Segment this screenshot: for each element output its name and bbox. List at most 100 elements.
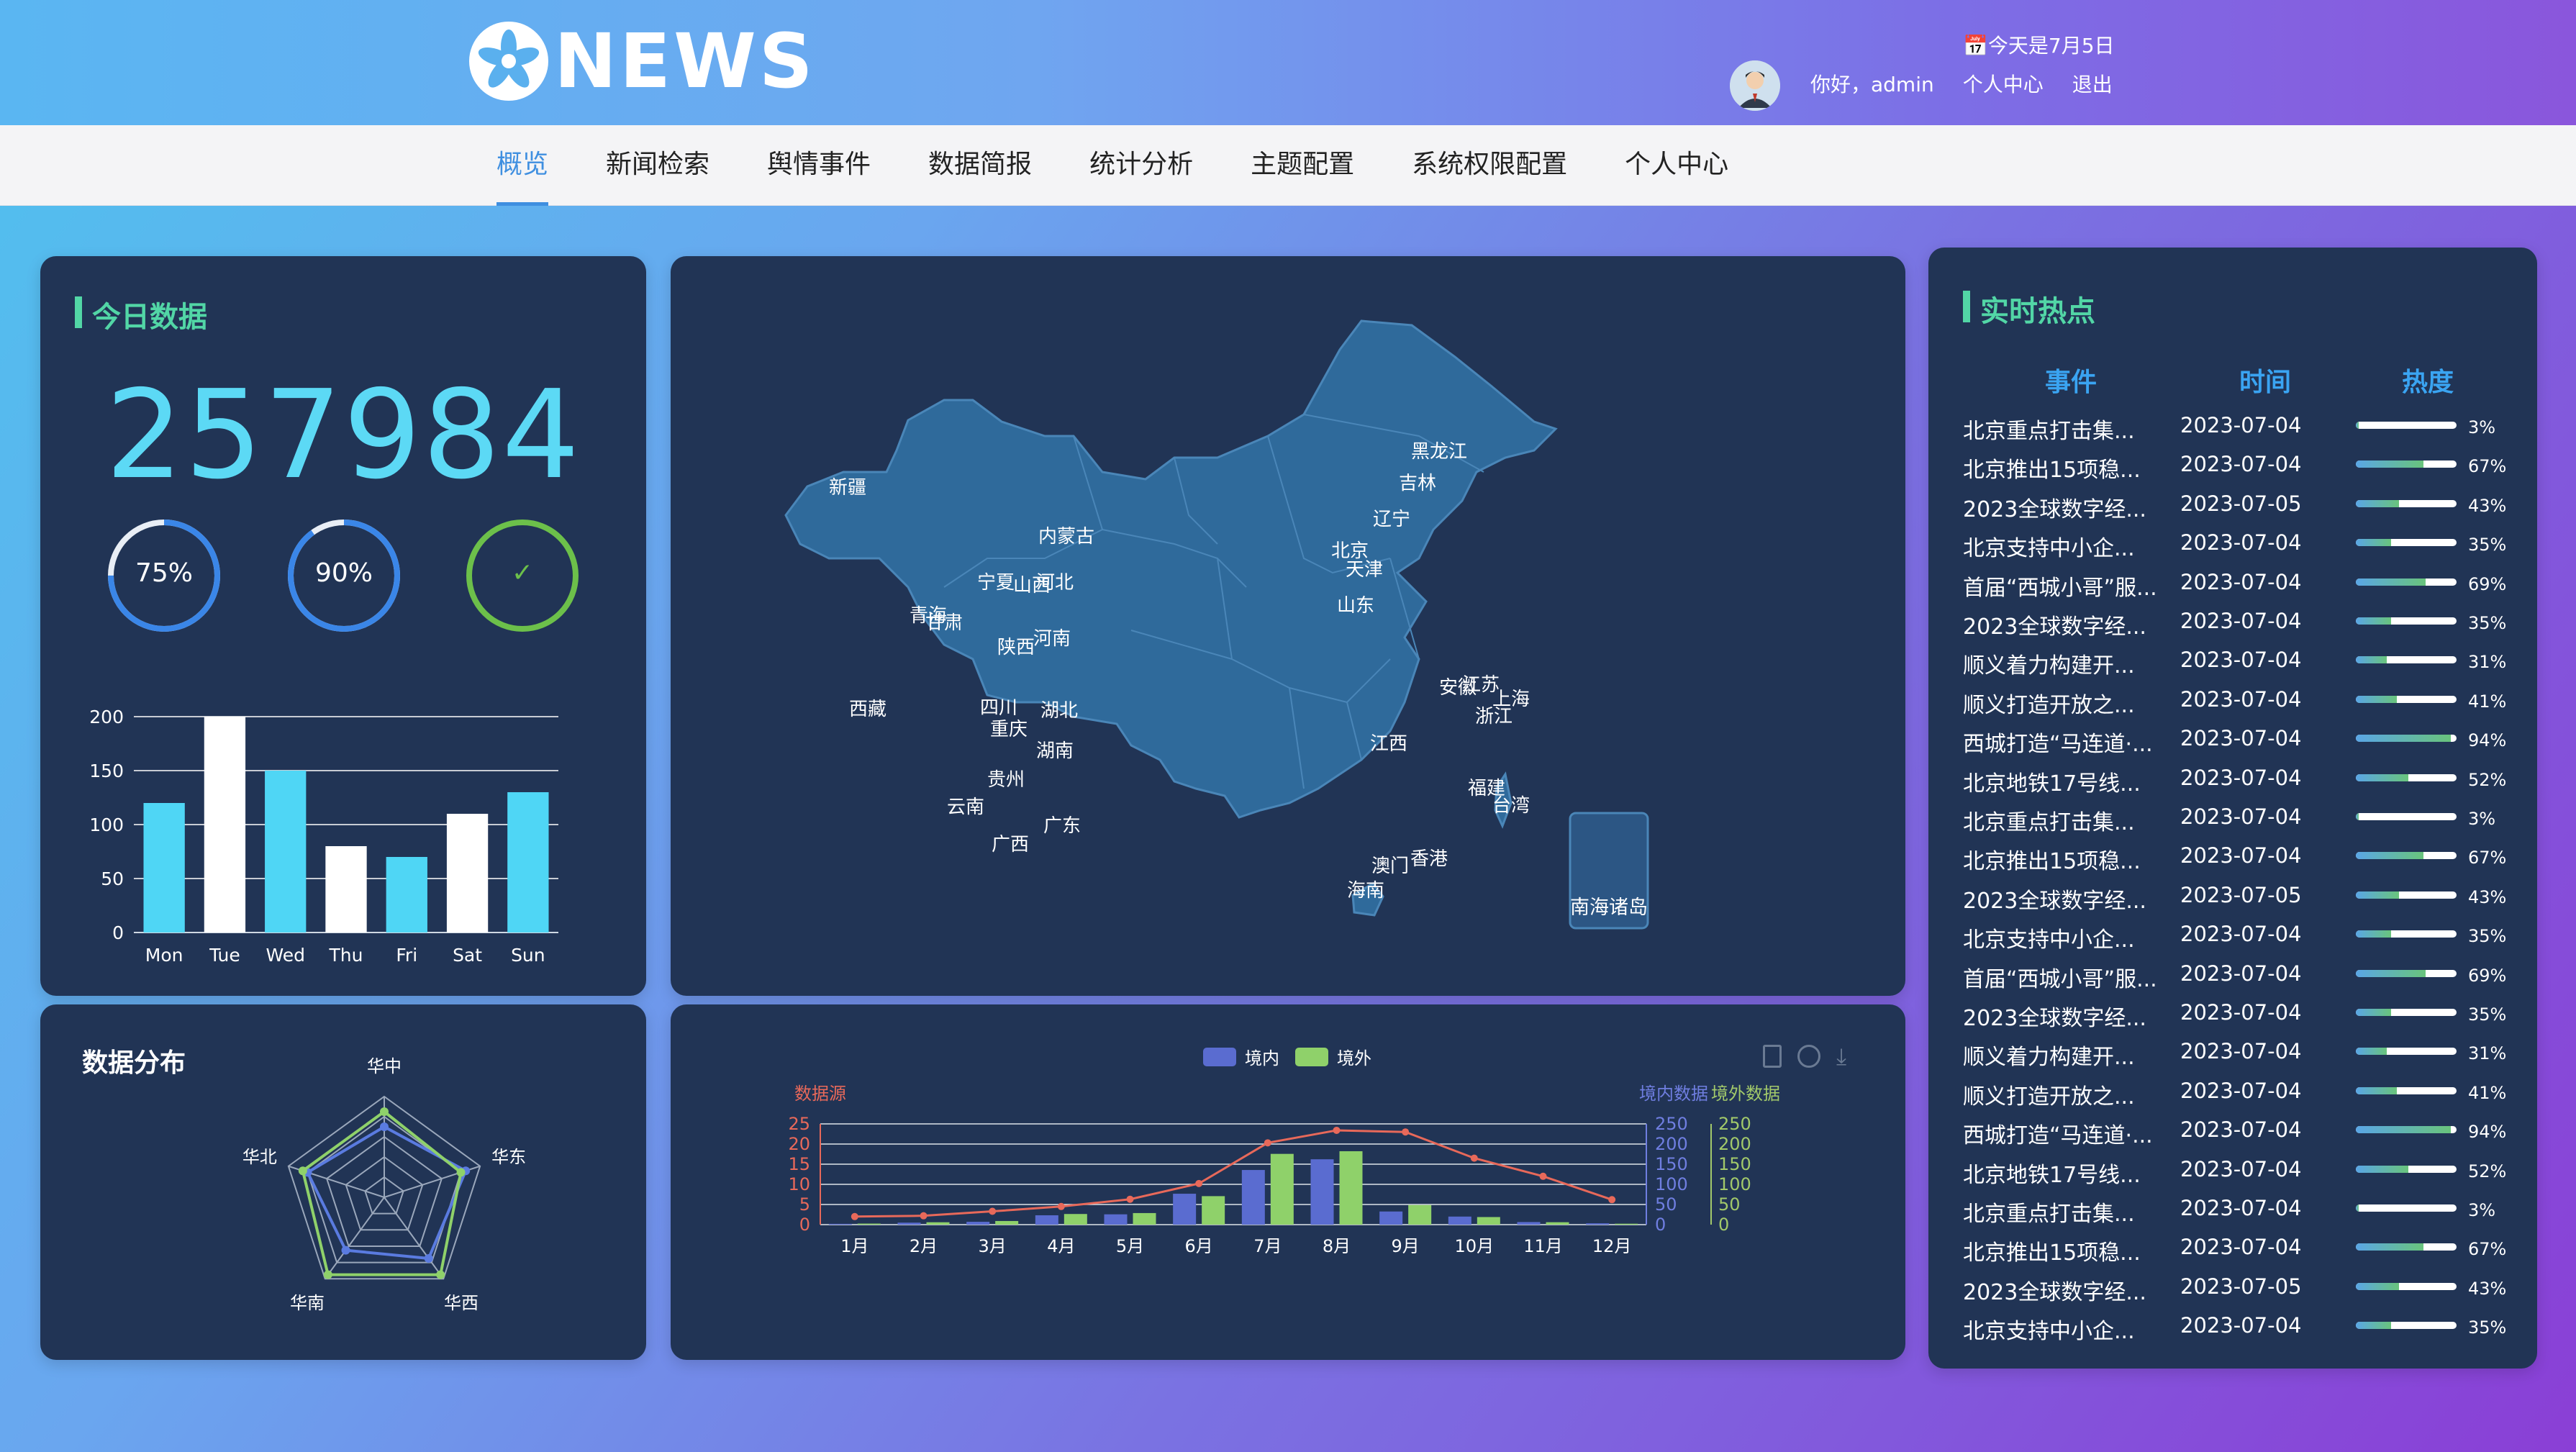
hot-topic-event[interactable]: 北京地铁17号线...: [1963, 766, 2169, 797]
heat-bar-fill: [2356, 1009, 2391, 1016]
hot-topic-row[interactable]: 2023全球数字经... 2023-07-05 43%: [1928, 876, 2507, 915]
logout-link[interactable]: 退出: [2072, 69, 2113, 98]
hot-topic-event[interactable]: 顺义打造开放之...: [1963, 687, 2169, 719]
hot-topic-row[interactable]: 2023全球数字经... 2023-07-04 35%: [1928, 602, 2506, 640]
radar-point: [323, 1270, 332, 1279]
y-right-tick: 200: [1655, 1134, 1688, 1154]
monthly-chart-panel: 境内 境外 数据源 境内数据 境外数据 0 0 0 5 50 50 10 100 100 15 150 150 2…: [671, 1004, 1905, 1360]
hot-topic-row[interactable]: 北京地铁17号线... 2023-07-04 52%: [1928, 758, 2506, 797]
hot-topic-event[interactable]: 顺义着力构建开...: [1963, 1039, 2169, 1071]
hot-topic-event[interactable]: 2023全球数字经...: [1963, 883, 2169, 915]
data-view-icon[interactable]: [1763, 1045, 1782, 1068]
hot-topic-event[interactable]: 2023全球数字经...: [1963, 491, 2169, 523]
hot-topic-row[interactable]: 北京重点打击集... 2023-07-04 3%: [1928, 406, 2504, 445]
hot-topic-row[interactable]: 北京重点打击集... 2023-07-04 3%: [1928, 1189, 2504, 1228]
date-text: 今天是7月5日: [1987, 34, 2115, 58]
hot-topic-event[interactable]: 首届“西城小哥”服...: [1963, 570, 2169, 602]
nav-item-news-search[interactable]: 新闻检索: [606, 125, 709, 206]
hot-topic-row[interactable]: 北京支持中小企... 2023-07-04 35%: [1928, 1306, 2506, 1345]
hot-topic-event[interactable]: 顺义打造开放之...: [1963, 1079, 2169, 1110]
hot-topic-row[interactable]: 北京推出15项稳... 2023-07-04 67%: [1928, 445, 2507, 484]
hot-topic-row[interactable]: 北京支持中小企... 2023-07-04 35%: [1928, 523, 2506, 562]
hot-topic-row[interactable]: 顺义打造开放之... 2023-07-04 41%: [1928, 1071, 2506, 1110]
heat-bar: [2356, 499, 2457, 507]
nav-item-topic-config[interactable]: 主题配置: [1251, 125, 1354, 206]
hot-topic-event[interactable]: 北京支持中小企...: [1963, 922, 2169, 953]
hot-topic-event[interactable]: 北京推出15项稳...: [1963, 843, 2169, 875]
hot-topic-row[interactable]: 顺义着力构建开... 2023-07-04 31%: [1928, 1032, 2506, 1071]
hot-topic-row[interactable]: 北京地铁17号线... 2023-07-04 52%: [1928, 1150, 2506, 1189]
hot-topic-row[interactable]: 首届“西城小哥”服... 2023-07-04 69%: [1928, 563, 2507, 602]
hot-topic-row[interactable]: 顺义着力构建开... 2023-07-04 31%: [1928, 640, 2506, 679]
hot-topic-row[interactable]: 北京重点打击集... 2023-07-04 3%: [1928, 797, 2504, 836]
avatar[interactable]: [1730, 60, 1780, 111]
hot-topic-row[interactable]: 北京推出15项稳... 2023-07-04 67%: [1928, 1228, 2506, 1266]
hot-topic-event[interactable]: 北京推出15项稳...: [1963, 1235, 2169, 1266]
china-map-shape[interactable]: [784, 319, 1558, 819]
trend-point: [1264, 1139, 1271, 1147]
hot-topic-row[interactable]: 2023全球数字经... 2023-07-04 35%: [1928, 993, 2506, 1032]
y-right-tick: 0: [1655, 1215, 1666, 1235]
heat-percent: 69%: [2468, 965, 2507, 986]
province-label: 吉林: [1399, 473, 1436, 494]
bar: [446, 814, 489, 933]
logo[interactable]: NEWS: [469, 14, 816, 108]
province-label: 甘肃: [925, 612, 963, 634]
hot-topic-event[interactable]: 北京支持中小企...: [1963, 530, 2169, 562]
trend-point: [989, 1207, 997, 1215]
heat-percent: 41%: [2468, 691, 2507, 712]
bar: [265, 771, 307, 933]
bar-overseas: [926, 1222, 950, 1225]
hot-topic-row[interactable]: 北京推出15项稳... 2023-07-04 67%: [1928, 836, 2506, 875]
hot-topic-event[interactable]: 顺义着力构建开...: [1963, 648, 2169, 679]
refresh-icon[interactable]: [1797, 1045, 1820, 1068]
heat-percent: 67%: [2468, 456, 2507, 477]
bar-domestic: [897, 1222, 921, 1225]
hot-topic-event[interactable]: 西城打造“马连道·...: [1963, 1117, 2169, 1149]
bar: [204, 717, 246, 933]
nav-item-sentiment-events[interactable]: 舆情事件: [767, 125, 871, 206]
hot-topic-row[interactable]: 2023全球数字经... 2023-07-05 43%: [1928, 1267, 2506, 1306]
heat-percent: 69%: [2468, 573, 2507, 594]
hot-topic-event[interactable]: 北京重点打击集...: [1963, 804, 2169, 836]
x-tick-label: 3月: [979, 1236, 1007, 1256]
heat-bar-fill: [2356, 1048, 2387, 1056]
nav-item-personal-center[interactable]: 个人中心: [1625, 125, 1728, 206]
nav-item-overview[interactable]: 概览: [496, 125, 549, 206]
nav-item-permission-config[interactable]: 系统权限配置: [1412, 125, 1567, 206]
hot-topic-event[interactable]: 北京推出15项稳...: [1963, 452, 2169, 484]
china-map[interactable]: 南海诸岛 新疆西藏青海甘肃宁夏内蒙古黑龙江吉林辽宁北京天津山西河北山东陕西河南四…: [671, 256, 1905, 996]
axis-title: 境外数据: [1711, 1084, 1780, 1104]
hot-topic-event[interactable]: 2023全球数字经...: [1963, 609, 2169, 640]
x-tick-label: 8月: [1323, 1236, 1351, 1256]
nav-item-statistics[interactable]: 统计分析: [1089, 125, 1193, 206]
hot-topic-row[interactable]: 顺义打造开放之... 2023-07-04 41%: [1928, 680, 2507, 719]
hot-topic-event[interactable]: 北京重点打击集...: [1963, 1196, 2169, 1228]
nav-item-data-brief[interactable]: 数据简报: [928, 125, 1032, 206]
heat-percent: 43%: [2468, 886, 2507, 907]
download-icon[interactable]: ⤓: [1836, 1045, 1846, 1068]
hot-topic-event[interactable]: 北京地铁17号线...: [1963, 1157, 2169, 1189]
heat-percent: 43%: [2468, 495, 2507, 516]
profile-link[interactable]: 个人中心: [1963, 69, 2044, 98]
hot-topic-row[interactable]: 西城打造“马连道·... 2023-07-04 94%: [1928, 1110, 2506, 1149]
bar-domestic: [1173, 1194, 1197, 1225]
hot-topic-event[interactable]: 2023全球数字经...: [1963, 1274, 2169, 1306]
x-tick-label: Tue: [209, 945, 240, 966]
hot-topic-time: 2023-07-05: [2180, 1274, 2302, 1299]
hot-topic-event[interactable]: 北京支持中小企...: [1963, 1313, 2169, 1345]
hot-topic-event[interactable]: 北京重点打击集...: [1963, 413, 2169, 445]
hot-topic-row[interactable]: 首届“西城小哥”服... 2023-07-04 69%: [1928, 954, 2507, 993]
bar-domestic: [1586, 1223, 1610, 1225]
hot-topic-event[interactable]: 首届“西城小哥”服...: [1963, 961, 2169, 993]
hot-topic-event[interactable]: 2023全球数字经...: [1963, 1000, 2169, 1032]
heat-bar-fill: [2356, 1126, 2451, 1134]
heat-bar-fill: [2356, 1165, 2408, 1173]
hot-topic-row[interactable]: 西城打造“马连道·... 2023-07-04 94%: [1928, 719, 2506, 758]
y-right2-tick: 150: [1718, 1154, 1751, 1174]
trend-point: [1126, 1195, 1134, 1203]
province-label: 河北: [1036, 572, 1074, 594]
hot-topic-row[interactable]: 2023全球数字经... 2023-07-05 43%: [1928, 484, 2507, 523]
hot-topic-row[interactable]: 北京支持中小企... 2023-07-04 35%: [1928, 915, 2506, 953]
hot-topic-event[interactable]: 西城打造“马连道·...: [1963, 726, 2169, 758]
